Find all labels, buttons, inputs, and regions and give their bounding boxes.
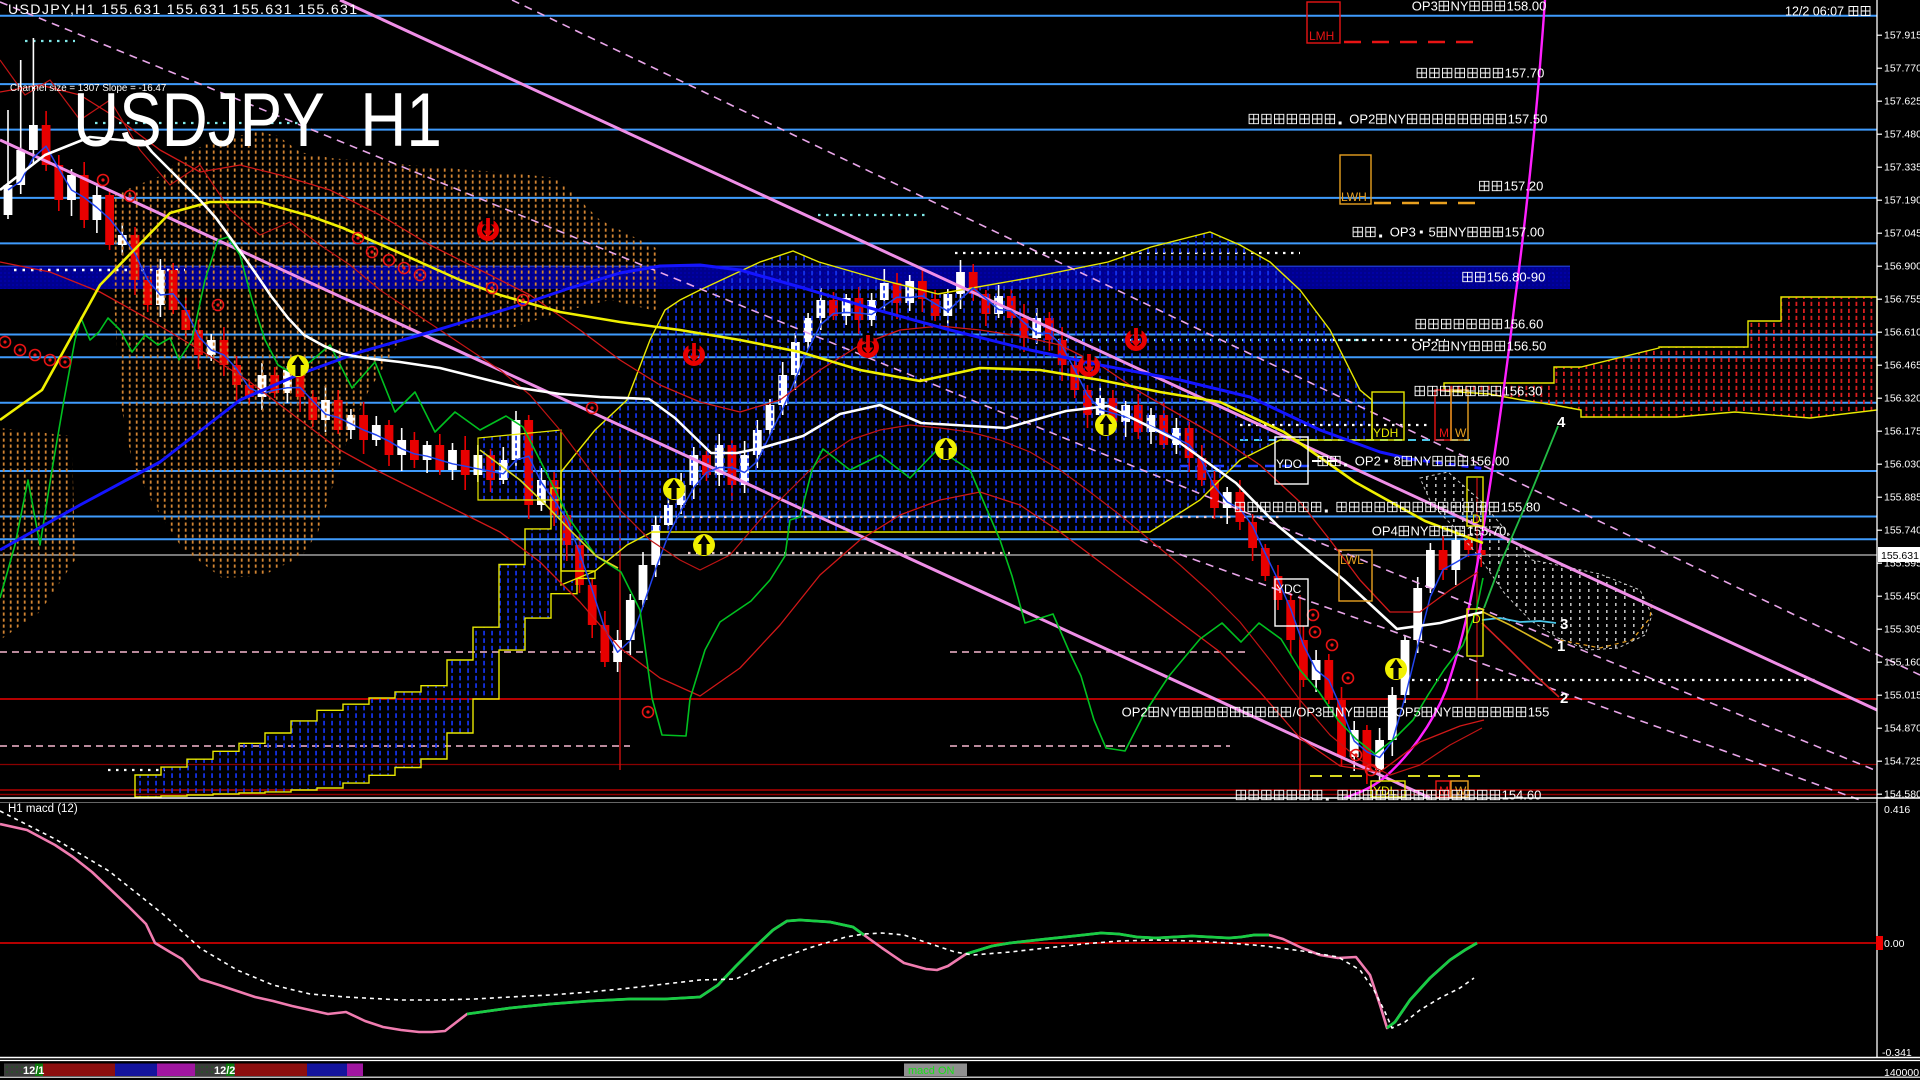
svg-text:155.885: 155.885 [1884, 492, 1920, 504]
svg-text:12/1: 12/1 [23, 1065, 44, 1077]
svg-text:USDJPY,H1 155.631 155.631 155: USDJPY,H1 155.631 155.631 155.631 155.63… [8, 2, 358, 18]
svg-text:0.416: 0.416 [1884, 804, 1910, 816]
svg-text:NY: NY [1449, 225, 1467, 240]
svg-text:NY: NY [1414, 454, 1432, 469]
svg-text:155.631: 155.631 [1881, 550, 1919, 562]
svg-text:Channel size = 1307 Slope = -1: Channel size = 1307 Slope = -16.47 [10, 83, 166, 94]
svg-text:/OP3: /OP3 [1293, 705, 1323, 720]
svg-text:156.30: 156.30 [1503, 384, 1543, 399]
svg-text:12/2 06:07: 12/2 06:07 [1785, 5, 1844, 19]
svg-text:OP3: OP3 [1412, 0, 1438, 14]
svg-text:156.610: 156.610 [1884, 327, 1920, 339]
svg-text:157.50: 157.50 [1508, 112, 1548, 127]
svg-text:2: 2 [1560, 690, 1568, 707]
svg-text:YDH: YDH [1373, 426, 1398, 440]
svg-text:155.70: 155.70 [1467, 524, 1507, 539]
svg-text:OP2: OP2 [1349, 112, 1375, 127]
svg-text:155.80: 155.80 [1501, 500, 1541, 515]
svg-text:156.175: 156.175 [1884, 426, 1920, 438]
svg-text:D: D [1472, 612, 1481, 626]
svg-text:154.580: 154.580 [1884, 789, 1920, 801]
svg-text:157.045: 157.045 [1884, 228, 1920, 240]
svg-text:M: M [1439, 426, 1449, 440]
svg-text:4: 4 [1557, 414, 1566, 431]
svg-text:NY: NY [1388, 112, 1406, 127]
svg-text:157.915: 157.915 [1884, 30, 1920, 42]
svg-text:157.770: 157.770 [1884, 63, 1920, 75]
svg-text:155.015: 155.015 [1884, 690, 1920, 702]
svg-text:156.60: 156.60 [1504, 317, 1544, 332]
svg-text:156.030: 156.030 [1884, 459, 1920, 471]
svg-text:154.60: 154.60 [1502, 788, 1542, 803]
svg-text:3: 3 [1560, 616, 1568, 633]
svg-text:NY: NY [1433, 705, 1451, 720]
svg-text:LWH: LWH [1341, 190, 1367, 204]
svg-text:5: 5 [1429, 225, 1436, 240]
svg-text:156.50: 156.50 [1507, 339, 1547, 354]
svg-text:156.320: 156.320 [1884, 393, 1920, 405]
svg-text:155: 155 [1528, 705, 1550, 720]
svg-text:macd ON: macd ON [908, 1065, 955, 1077]
svg-text:157.190: 157.190 [1884, 195, 1920, 207]
svg-text:12/2: 12/2 [214, 1065, 235, 1077]
svg-text:OP2: OP2 [1122, 705, 1148, 720]
svg-text:156.80-90: 156.80-90 [1487, 270, 1546, 285]
svg-text:-0.341: -0.341 [1882, 1047, 1912, 1059]
svg-text:157.70: 157.70 [1505, 66, 1545, 81]
svg-text:OP4: OP4 [1372, 524, 1398, 539]
svg-text:H1 macd (12): H1 macd (12) [8, 803, 78, 815]
svg-text:157.480: 157.480 [1884, 129, 1920, 141]
svg-text:154.725: 154.725 [1884, 756, 1920, 768]
svg-text:LWL: LWL [1340, 553, 1364, 567]
svg-text:LMH: LMH [1309, 29, 1334, 43]
svg-text:154.870: 154.870 [1884, 723, 1920, 735]
svg-text:NY: NY [1451, 0, 1469, 14]
svg-text:156.465: 156.465 [1884, 360, 1920, 372]
svg-text:OP3: OP3 [1390, 225, 1416, 240]
svg-text:NY: NY [1335, 705, 1353, 720]
svg-text:NY: NY [1160, 705, 1178, 720]
svg-text:157.20: 157.20 [1504, 179, 1544, 194]
svg-text:157.335: 157.335 [1884, 162, 1920, 174]
svg-text:/OP5: /OP5 [1391, 705, 1421, 720]
svg-text:155.450: 155.450 [1884, 591, 1920, 603]
svg-text:155.160: 155.160 [1884, 657, 1920, 669]
svg-text:NY: NY [1411, 524, 1429, 539]
svg-text:157.625: 157.625 [1884, 96, 1920, 108]
svg-text:156.00: 156.00 [1470, 454, 1510, 469]
svg-text:158.00: 158.00 [1507, 0, 1547, 14]
svg-text:156.900: 156.900 [1884, 261, 1920, 273]
svg-text:OP2: OP2 [1355, 454, 1381, 469]
svg-text:157.00: 157.00 [1505, 225, 1545, 240]
svg-text:8: 8 [1394, 454, 1401, 469]
svg-text:0.00: 0.00 [1884, 938, 1905, 950]
svg-text:155.740: 155.740 [1884, 525, 1920, 537]
svg-text:1: 1 [1557, 638, 1565, 655]
svg-text:YDC: YDC [1276, 582, 1302, 596]
svg-text:156.755: 156.755 [1884, 294, 1920, 306]
svg-text:W: W [1455, 426, 1467, 440]
svg-text:OP2: OP2 [1412, 339, 1438, 354]
svg-text:NY: NY [1451, 339, 1469, 354]
svg-text:155.305: 155.305 [1884, 624, 1920, 636]
svg-text:YDO: YDO [1276, 457, 1302, 471]
